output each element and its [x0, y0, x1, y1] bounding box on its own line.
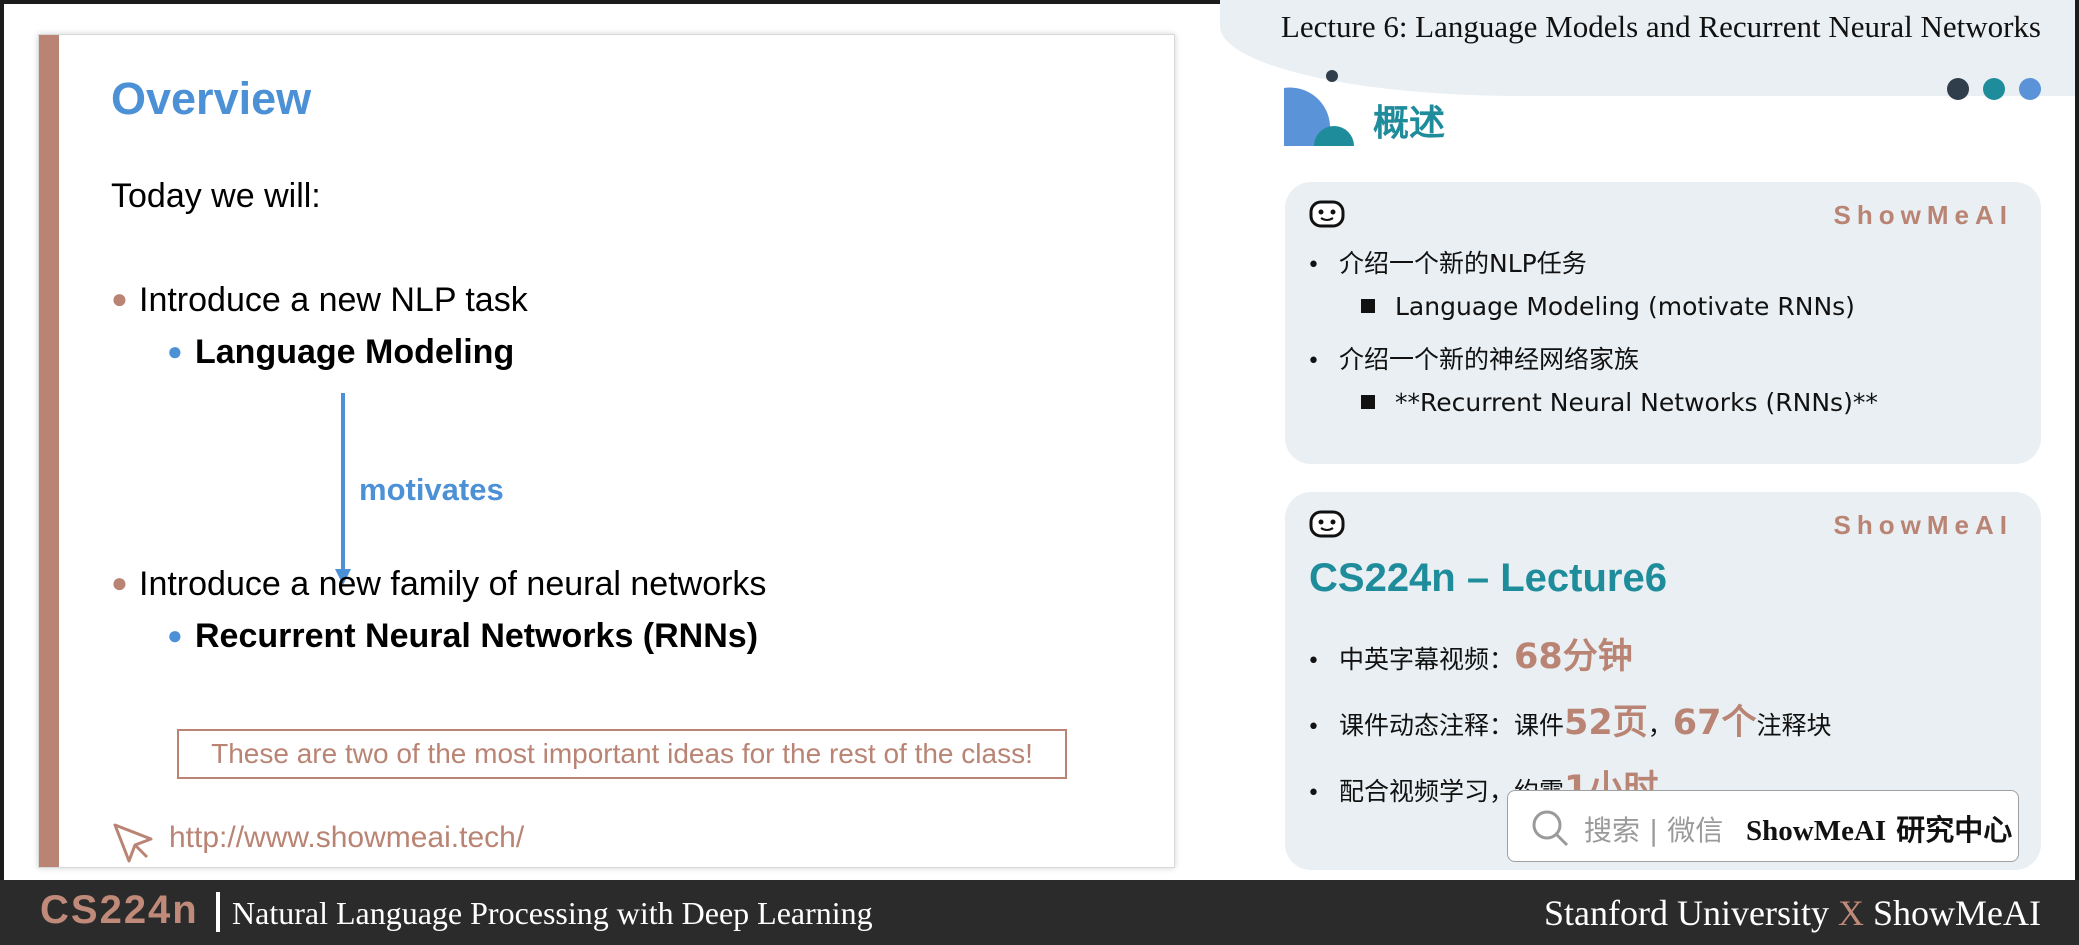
- course-info-card: ShowMeAI CS224n – Lecture6 • 中英字幕视频：68分钟 …: [1285, 492, 2041, 870]
- footer-credits: Stanford University X ShowMeAI: [1544, 892, 2041, 934]
- showmeai-brand: ShowMeAI: [1833, 200, 2013, 230]
- summary-card: ShowMeAI • 介绍一个新的NLP任务 Language Modeling …: [1285, 182, 2041, 464]
- info-label: 课件动态注释：课件: [1339, 711, 1565, 740]
- bullet-dot-icon: •: [1307, 253, 1320, 278]
- robot-icon: [1309, 510, 1345, 538]
- bullet-text: Introduce a new family of neural network…: [139, 565, 767, 603]
- callout-box: These are two of the most important idea…: [177, 729, 1067, 779]
- sub-bullet-text: Language Modeling: [195, 333, 515, 371]
- square-bullet-icon: [1361, 299, 1375, 313]
- square-bullet-icon: [1361, 395, 1375, 409]
- search-icon: [1532, 810, 1569, 847]
- search-brand-cn: 研究中心: [1896, 813, 2013, 847]
- footer-course: CS224n: [40, 888, 199, 932]
- arrow-label: motivates: [359, 472, 504, 507]
- frame-left: [0, 0, 4, 880]
- header-dots: [1933, 78, 2041, 104]
- footer-left-org: Stanford University: [1544, 893, 1829, 933]
- footer-subtitle: Natural Language Processing with Deep Le…: [232, 895, 873, 931]
- dot-dark-icon: [1947, 78, 1969, 100]
- sub-bullet-text: Recurrent Neural Networks (RNNs): [195, 617, 759, 655]
- bullet-item: ● Introduce a new NLP task: [111, 281, 528, 320]
- list-item: • 介绍一个新的NLP任务: [1307, 244, 1587, 280]
- video-duration: 68分钟: [1514, 637, 1633, 677]
- bullet-text: Introduce a new NLP task: [139, 281, 528, 319]
- info-item-slides: • 课件动态注释：课件52页，67个注释块: [1307, 694, 1831, 745]
- footer-divider: [216, 892, 220, 932]
- sub-bullet-item: ● Language Modeling: [167, 333, 514, 372]
- sub-list-item-text: Language Modeling (motivate RNNs): [1395, 292, 1855, 321]
- list-item-text: 介绍一个新的神经网络家族: [1339, 345, 1640, 374]
- lecture-title: Lecture 6: Language Models and Recurrent…: [1280, 9, 2041, 44]
- dot-blue-icon: [2019, 78, 2041, 100]
- sub-list-item: **Recurrent Neural Networks (RNNs)**: [1361, 388, 1878, 417]
- search-brand-latin: ShowMeAI: [1746, 815, 1887, 847]
- dot-teal-icon: [1983, 78, 2005, 100]
- info-suffix: 注释块: [1756, 711, 1832, 740]
- slide-title: Overview: [111, 73, 312, 124]
- course-title: CS224n – Lecture6: [1309, 556, 1667, 600]
- bullet-dot-icon: ●: [111, 283, 128, 314]
- list-item-text: 介绍一个新的NLP任务: [1339, 249, 1587, 278]
- search-brand: ShowMeAI 研究中心: [1746, 807, 2012, 849]
- sub-bullet-dot-icon: ●: [167, 336, 183, 366]
- down-arrow-icon: [341, 393, 345, 573]
- bullet-dot-icon: •: [1307, 649, 1320, 674]
- info-label: 中英字幕视频：: [1339, 645, 1515, 674]
- slide-intro: Today we will:: [111, 177, 321, 215]
- bullet-dot-icon: •: [1307, 781, 1320, 806]
- slide-pages: 52页: [1564, 703, 1648, 743]
- frame-right: [2075, 0, 2079, 880]
- robot-icon: [1309, 200, 1345, 228]
- footer-x: X: [1838, 893, 1864, 933]
- section-title: 概述: [1373, 103, 1446, 144]
- footer-right-org: ShowMeAI: [1873, 893, 2041, 933]
- sub-list-item-text: **Recurrent Neural Networks (RNNs)**: [1395, 388, 1878, 417]
- info-item-video: • 中英字幕视频：68分钟: [1307, 628, 1633, 679]
- sub-list-item: Language Modeling (motivate RNNs): [1361, 292, 1855, 321]
- annotation-blocks: 67个: [1672, 703, 1757, 743]
- showmeai-brand: ShowMeAI: [1833, 510, 2013, 540]
- footer-bar: CS224n Natural Language Processing with …: [0, 880, 2079, 945]
- cursor-pointer-icon: [113, 823, 153, 863]
- slide-accent-bar: [39, 35, 59, 867]
- bullet-dot-icon: ●: [111, 567, 128, 598]
- sub-bullet-item: ● Recurrent Neural Networks (RNNs): [167, 617, 758, 656]
- list-item: • 介绍一个新的神经网络家族: [1307, 340, 1639, 376]
- showmeai-link[interactable]: http://www.showmeai.tech/: [169, 821, 524, 855]
- lecture-slide: Overview Today we will: ● Introduce a new…: [38, 34, 1175, 868]
- wechat-search-box[interactable]: 搜索 | 微信 ShowMeAI 研究中心: [1507, 790, 2019, 862]
- bullet-item: ● Introduce a new family of neural networ…: [111, 565, 766, 604]
- info-separator: ，: [1647, 711, 1673, 740]
- bullet-dot-icon: •: [1307, 715, 1320, 740]
- bullet-dot-icon: •: [1307, 349, 1320, 374]
- section-shapes-icon: [1284, 70, 1354, 146]
- search-placeholder: 搜索 | 微信: [1584, 814, 1724, 847]
- sub-bullet-dot-icon: ●: [167, 620, 183, 650]
